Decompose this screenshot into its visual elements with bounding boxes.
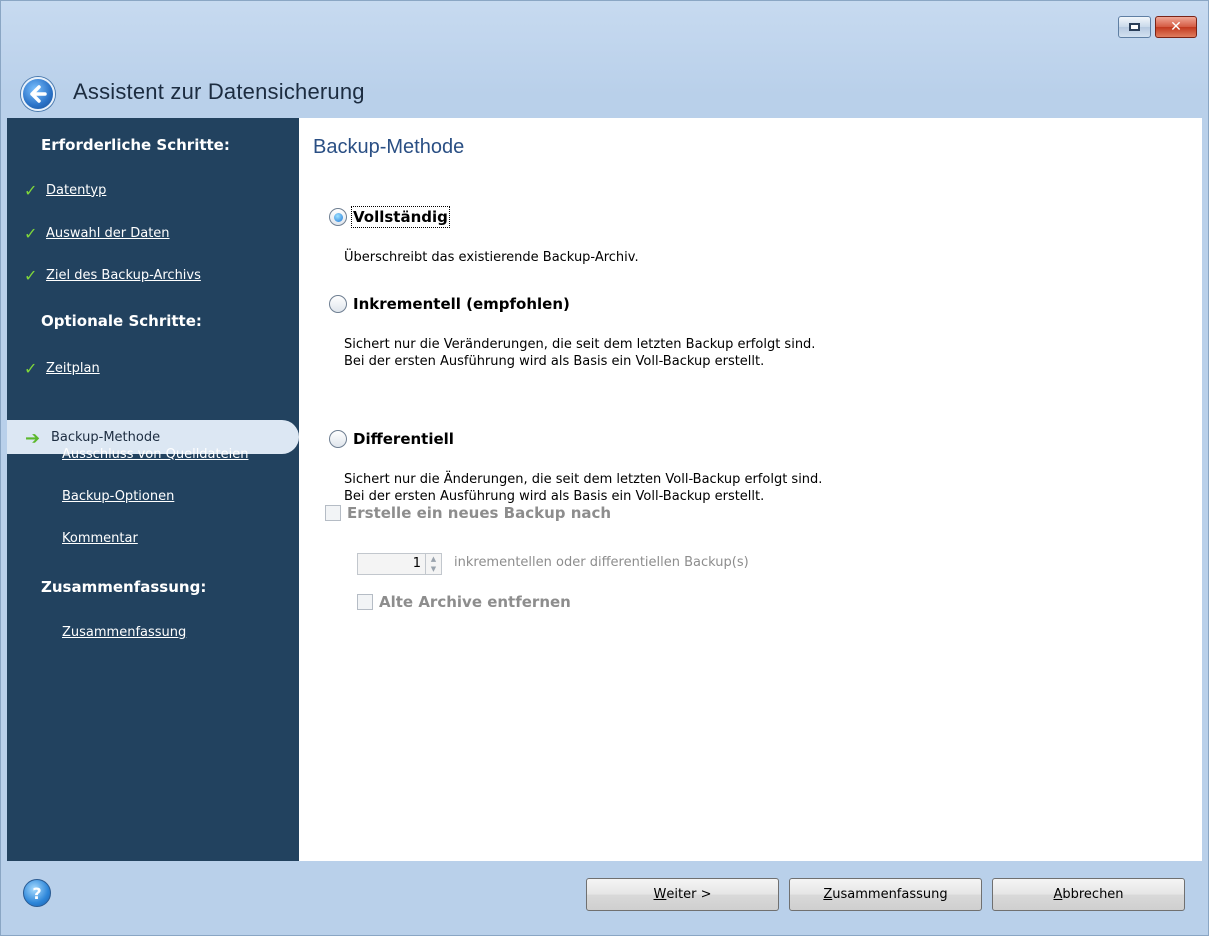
description-line: Sichert nur die Änderungen, die seit dem… xyxy=(344,472,823,487)
mnemonic-char: A xyxy=(1053,887,1063,902)
sidebar-item-zeitplan[interactable]: ✓ Zeitplan xyxy=(24,356,100,380)
sidebar-item-label: Zeitplan xyxy=(46,360,100,376)
remove-archives-checkbox[interactable] xyxy=(357,594,373,610)
sidebar-item-ziel[interactable]: ✓ Ziel des Backup-Archivs xyxy=(24,263,201,287)
radio-differentiell[interactable]: Differentiell xyxy=(329,430,454,448)
sidebar-item-label: Ausschluss von Quelldateien xyxy=(62,446,249,462)
back-button[interactable] xyxy=(21,77,55,111)
sidebar-item-auswahl[interactable]: ✓ Auswahl der Daten xyxy=(24,221,170,245)
current-step-arrow-icon: ➔ xyxy=(25,428,41,449)
mnemonic-char: Z xyxy=(823,887,833,902)
checkmark-icon: ✓ xyxy=(24,180,38,200)
window-controls: ✕ xyxy=(1118,16,1197,38)
sidebar-item-label: Datentyp xyxy=(46,182,107,198)
restore-button[interactable] xyxy=(1118,16,1151,38)
radio-button-icon[interactable] xyxy=(329,208,347,226)
close-icon: ✕ xyxy=(1170,19,1182,35)
sidebar-item-label: Kommentar xyxy=(62,530,138,546)
stepper-suffix: inkrementellen oder differentiellen Back… xyxy=(454,555,749,570)
description-line: Bei der ersten Ausführung wird als Basis… xyxy=(344,354,765,369)
back-arrow-icon xyxy=(30,85,47,103)
page-title: Backup-Methode xyxy=(313,136,465,158)
option-description-differentiell: Sichert nur die Änderungen, die seit dem… xyxy=(344,471,822,505)
steps-sidebar: Erforderliche Schritte: ✓ Datentyp ✓ Aus… xyxy=(7,118,299,861)
sidebar-item-label: Zusammenfassung xyxy=(62,624,187,640)
remove-archives-label: Alte Archive entfernen xyxy=(379,593,571,611)
radio-inkrementell[interactable]: Inkrementell (empfohlen) xyxy=(329,295,570,313)
optional-steps-heading: Optionale Schritte: xyxy=(41,312,202,330)
option-description: Sichert nur die Veränderungen, die seit … xyxy=(344,336,815,370)
mnemonic-char: W xyxy=(653,887,667,902)
option-description: Überschreibt das existierende Backup-Arc… xyxy=(344,249,639,266)
sidebar-item-datentyp[interactable]: ✓ Datentyp xyxy=(24,178,106,202)
description-line: Bei der ersten Ausführung wird als Basis… xyxy=(344,489,765,504)
sidebar-item-zusammenfassung[interactable]: Zusammenfassung xyxy=(62,620,186,644)
close-button[interactable]: ✕ xyxy=(1155,16,1197,38)
radio-label: Vollständig xyxy=(351,206,450,228)
radio-vollstaendig[interactable]: Vollständig xyxy=(329,206,450,228)
sidebar-item-backup-optionen[interactable]: Backup-Optionen xyxy=(62,484,174,508)
button-label: bbrechen xyxy=(1062,887,1124,902)
stepper-down-icon[interactable]: ▼ xyxy=(426,564,441,574)
stepper-up-icon[interactable]: ▲ xyxy=(426,554,441,564)
backup-count-stepper[interactable]: 1 ▲ ▼ xyxy=(357,553,442,575)
next-button[interactable]: Weiter > xyxy=(586,878,779,911)
radio-label: Inkrementell (empfohlen) xyxy=(353,295,570,313)
help-icon[interactable]: ? xyxy=(23,879,51,907)
sidebar-item-label: Auswahl der Daten xyxy=(46,225,170,241)
main-panel: Backup-Methode Vollständig Überschreibt … xyxy=(299,118,1202,861)
sidebar-item-kommentar[interactable]: Kommentar xyxy=(62,526,138,550)
remove-archives-checkbox-row[interactable]: Alte Archive entfernen xyxy=(357,593,571,611)
restore-icon xyxy=(1129,23,1140,31)
radio-label: Differentiell xyxy=(353,430,454,448)
new-backup-checkbox[interactable] xyxy=(325,505,341,521)
button-label: usammenfassung xyxy=(832,887,948,902)
stepper-buttons: ▲ ▼ xyxy=(425,554,441,574)
sidebar-item-label: Backup-Optionen xyxy=(62,488,175,504)
checkmark-icon: ✓ xyxy=(24,265,38,285)
wizard-window: ✕ Assistent zur Datensicherung Erforderl… xyxy=(0,0,1209,936)
cancel-button[interactable]: Abbrechen xyxy=(992,878,1185,911)
new-backup-checkbox-row[interactable]: Erstelle ein neues Backup nach xyxy=(325,504,611,522)
checkmark-icon: ✓ xyxy=(24,358,38,378)
new-backup-label: Erstelle ein neues Backup nach xyxy=(347,504,612,522)
summary-button[interactable]: Zusammenfassung xyxy=(789,878,982,911)
checkmark-icon: ✓ xyxy=(24,223,38,243)
window-title: Assistent zur Datensicherung xyxy=(73,79,365,104)
radio-button-icon[interactable] xyxy=(329,295,347,313)
description-line: Sichert nur die Veränderungen, die seit … xyxy=(344,337,816,352)
required-steps-heading: Erforderliche Schritte: xyxy=(41,136,230,154)
button-label: eiter > xyxy=(666,887,712,902)
radio-button-icon[interactable] xyxy=(329,430,347,448)
description-line: Überschreibt das existierende Backup-Arc… xyxy=(344,250,639,265)
stepper-value: 1 xyxy=(412,556,421,571)
sidebar-item-label: Ziel des Backup-Archivs xyxy=(46,267,201,283)
summary-heading: Zusammenfassung: xyxy=(41,578,207,596)
sidebar-item-ausschluss[interactable]: Ausschluss von Quelldateien xyxy=(62,442,248,466)
